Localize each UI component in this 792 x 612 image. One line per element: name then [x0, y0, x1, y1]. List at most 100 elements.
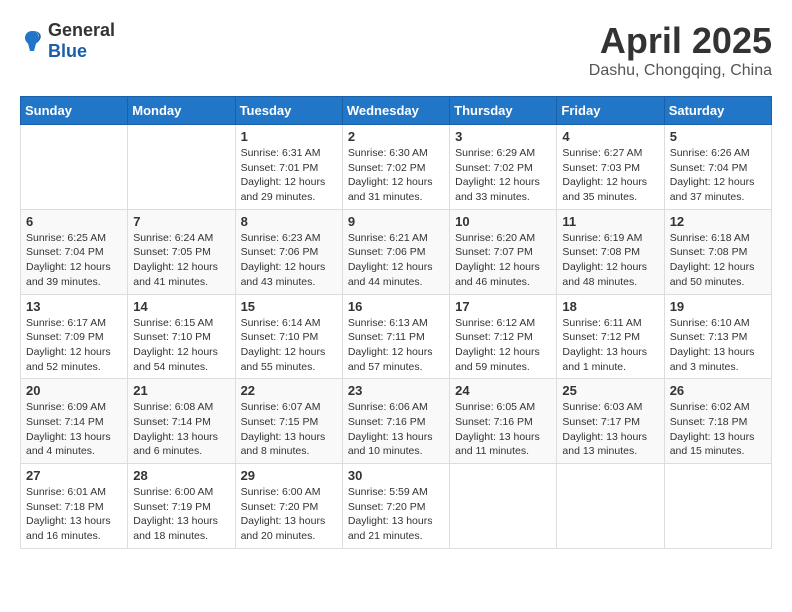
table-row — [450, 464, 557, 549]
day-number: 22 — [241, 383, 337, 398]
day-info: Sunrise: 6:00 AMSunset: 7:20 PMDaylight:… — [241, 485, 337, 544]
logo-text-blue: Blue — [48, 41, 87, 61]
day-number: 16 — [348, 299, 444, 314]
table-row — [557, 464, 664, 549]
day-number: 25 — [562, 383, 658, 398]
logo-text-general: General — [48, 20, 115, 40]
day-number: 15 — [241, 299, 337, 314]
table-row: 21Sunrise: 6:08 AMSunset: 7:14 PMDayligh… — [128, 379, 235, 464]
table-row: 11 Sunrise: 6:19 AMSunset: 7:08 PMDayligh… — [557, 209, 664, 294]
day-number: 5 — [670, 129, 766, 144]
day-number: 19 — [670, 299, 766, 314]
table-row: 30Sunrise: 5:59 AMSunset: 7:20 PMDayligh… — [342, 464, 449, 549]
table-row: 13 Sunrise: 6:17 AMSunset: 7:09 PMDayligh… — [21, 294, 128, 379]
day-number: 21 — [133, 383, 229, 398]
day-info: Sunrise: 6:07 AMSunset: 7:15 PMDaylight:… — [241, 400, 337, 459]
table-row: 19Sunrise: 6:10 AMSunset: 7:13 PMDayligh… — [664, 294, 771, 379]
day-number: 23 — [348, 383, 444, 398]
day-info: Sunrise: 6:21 AMSunset: 7:06 PMDaylight:… — [348, 231, 444, 290]
day-number: 6 — [26, 214, 122, 229]
day-number: 27 — [26, 468, 122, 483]
table-row: 10 Sunrise: 6:20 AMSunset: 7:07 PMDayligh… — [450, 209, 557, 294]
day-number: 14 — [133, 299, 229, 314]
day-info: Sunrise: 6:14 AMSunset: 7:10 PMDaylight:… — [241, 316, 337, 375]
calendar-table: Sunday Monday Tuesday Wednesday Thursday… — [20, 96, 772, 549]
table-row — [664, 464, 771, 549]
table-row: 22 Sunrise: 6:07 AMSunset: 7:15 PMDayligh… — [235, 379, 342, 464]
day-info: Sunrise: 6:13 AMSunset: 7:11 PMDaylight:… — [348, 316, 444, 375]
calendar-week-row: 20Sunrise: 6:09 AMSunset: 7:14 PMDayligh… — [21, 379, 772, 464]
day-number: 13 — [26, 299, 122, 314]
table-row: 25 Sunrise: 6:03 AMSunset: 7:17 PMDayligh… — [557, 379, 664, 464]
day-number: 11 — [562, 214, 658, 229]
table-row: 3Sunrise: 6:29 AMSunset: 7:02 PMDaylight… — [450, 125, 557, 210]
location-title: Dashu, Chongqing, China — [589, 62, 772, 80]
day-info: Sunrise: 6:05 AMSunset: 7:16 PMDaylight:… — [455, 400, 551, 459]
day-number: 29 — [241, 468, 337, 483]
calendar-week-row: 6 Sunrise: 6:25 AMSunset: 7:04 PMDaylight… — [21, 209, 772, 294]
table-row: 28 Sunrise: 6:00 AMSunset: 7:19 PMDayligh… — [128, 464, 235, 549]
logo-icon — [20, 29, 44, 53]
day-info: Sunrise: 6:18 AMSunset: 7:08 PMDaylight:… — [670, 231, 766, 290]
table-row: 17 Sunrise: 6:12 AMSunset: 7:12 PMDayligh… — [450, 294, 557, 379]
col-saturday: Saturday — [664, 97, 771, 125]
col-tuesday: Tuesday — [235, 97, 342, 125]
table-row: 9 Sunrise: 6:21 AMSunset: 7:06 PMDaylight… — [342, 209, 449, 294]
day-info: Sunrise: 6:19 AMSunset: 7:08 PMDaylight:… — [562, 231, 658, 290]
day-number: 8 — [241, 214, 337, 229]
day-number: 17 — [455, 299, 551, 314]
col-thursday: Thursday — [450, 97, 557, 125]
table-row: 23 Sunrise: 6:06 AMSunset: 7:16 PMDayligh… — [342, 379, 449, 464]
day-number: 4 — [562, 129, 658, 144]
day-info: Sunrise: 6:30 AMSunset: 7:02 PMDaylight:… — [348, 146, 444, 205]
day-info: Sunrise: 6:25 AMSunset: 7:04 PMDaylight:… — [26, 231, 122, 290]
calendar-week-row: 13 Sunrise: 6:17 AMSunset: 7:09 PMDayligh… — [21, 294, 772, 379]
day-number: 7 — [133, 214, 229, 229]
calendar-week-row: 1 Sunrise: 6:31 AMSunset: 7:01 PMDaylight… — [21, 125, 772, 210]
day-info: Sunrise: 6:17 AMSunset: 7:09 PMDaylight:… — [26, 316, 122, 375]
col-sunday: Sunday — [21, 97, 128, 125]
day-number: 18 — [562, 299, 658, 314]
table-row — [128, 125, 235, 210]
day-number: 12 — [670, 214, 766, 229]
day-number: 10 — [455, 214, 551, 229]
day-number: 3 — [455, 129, 551, 144]
day-info: Sunrise: 6:11 AMSunset: 7:12 PMDaylight:… — [562, 316, 658, 375]
table-row: 15 Sunrise: 6:14 AMSunset: 7:10 PMDayligh… — [235, 294, 342, 379]
day-info: Sunrise: 6:02 AMSunset: 7:18 PMDaylight:… — [670, 400, 766, 459]
day-number: 1 — [241, 129, 337, 144]
title-block: April 2025 Dashu, Chongqing, China — [589, 20, 772, 80]
day-number: 9 — [348, 214, 444, 229]
day-info: Sunrise: 6:20 AMSunset: 7:07 PMDaylight:… — [455, 231, 551, 290]
col-wednesday: Wednesday — [342, 97, 449, 125]
col-monday: Monday — [128, 97, 235, 125]
table-row: 20Sunrise: 6:09 AMSunset: 7:14 PMDayligh… — [21, 379, 128, 464]
day-info: Sunrise: 6:15 AMSunset: 7:10 PMDaylight:… — [133, 316, 229, 375]
day-info: Sunrise: 6:31 AMSunset: 7:01 PMDaylight:… — [241, 146, 337, 205]
day-info: Sunrise: 6:01 AMSunset: 7:18 PMDaylight:… — [26, 485, 122, 544]
day-info: Sunrise: 6:24 AMSunset: 7:05 PMDaylight:… — [133, 231, 229, 290]
day-number: 26 — [670, 383, 766, 398]
day-info: Sunrise: 6:00 AMSunset: 7:19 PMDaylight:… — [133, 485, 229, 544]
table-row: 29 Sunrise: 6:00 AMSunset: 7:20 PMDayligh… — [235, 464, 342, 549]
table-row: 27 Sunrise: 6:01 AMSunset: 7:18 PMDayligh… — [21, 464, 128, 549]
table-row: 12 Sunrise: 6:18 AMSunset: 7:08 PMDayligh… — [664, 209, 771, 294]
table-row: 14 Sunrise: 6:15 AMSunset: 7:10 PMDayligh… — [128, 294, 235, 379]
day-number: 28 — [133, 468, 229, 483]
day-info: Sunrise: 6:12 AMSunset: 7:12 PMDaylight:… — [455, 316, 551, 375]
day-number: 2 — [348, 129, 444, 144]
table-row: 8 Sunrise: 6:23 AMSunset: 7:06 PMDaylight… — [235, 209, 342, 294]
day-info: Sunrise: 6:23 AMSunset: 7:06 PMDaylight:… — [241, 231, 337, 290]
table-row: 4Sunrise: 6:27 AMSunset: 7:03 PMDaylight… — [557, 125, 664, 210]
table-row: 7 Sunrise: 6:24 AMSunset: 7:05 PMDaylight… — [128, 209, 235, 294]
day-info: Sunrise: 6:03 AMSunset: 7:17 PMDaylight:… — [562, 400, 658, 459]
calendar-header-row: Sunday Monday Tuesday Wednesday Thursday… — [21, 97, 772, 125]
table-row: 18 Sunrise: 6:11 AMSunset: 7:12 PMDayligh… — [557, 294, 664, 379]
day-number: 24 — [455, 383, 551, 398]
table-row: 26 Sunrise: 6:02 AMSunset: 7:18 PMDayligh… — [664, 379, 771, 464]
day-info: Sunrise: 6:06 AMSunset: 7:16 PMDaylight:… — [348, 400, 444, 459]
table-row: 5Sunrise: 6:26 AMSunset: 7:04 PMDaylight… — [664, 125, 771, 210]
day-info: Sunrise: 5:59 AMSunset: 7:20 PMDaylight:… — [348, 485, 444, 544]
logo: General Blue — [20, 20, 115, 62]
page-header: General Blue April 2025 Dashu, Chongqing… — [20, 20, 772, 80]
